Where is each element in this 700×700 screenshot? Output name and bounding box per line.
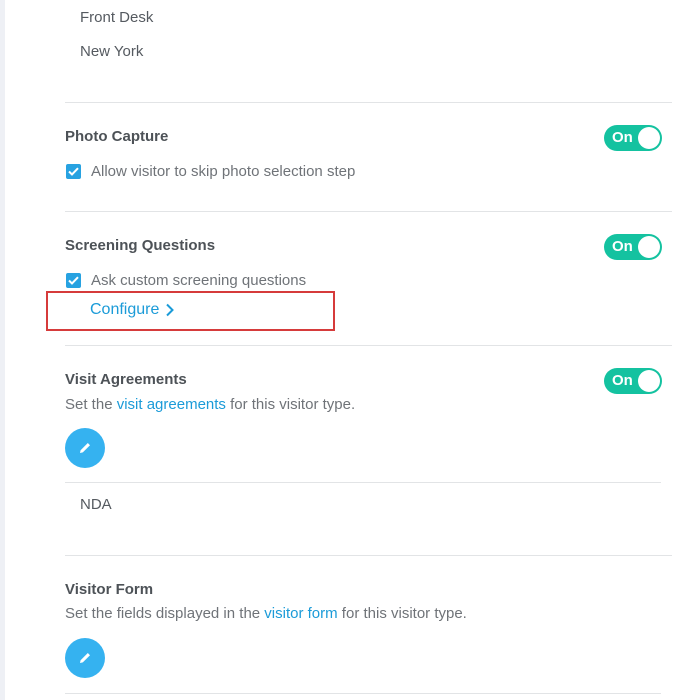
visitor-form-description: Set the fields displayed in the visitor … bbox=[65, 605, 467, 622]
left-rail bbox=[0, 0, 5, 700]
screening-questions-title: Screening Questions bbox=[65, 237, 216, 254]
location-item-front-desk: Front Desk bbox=[80, 9, 154, 26]
desc-prefix: Set the bbox=[65, 396, 117, 413]
toggle-label: On bbox=[612, 129, 633, 146]
photo-capture-toggle[interactable]: On bbox=[604, 125, 662, 151]
visit-agreements-title: Visit Agreements bbox=[65, 371, 187, 388]
toggle-label: On bbox=[612, 238, 633, 255]
visit-agreements-description: Set the visit agreements for this visito… bbox=[65, 396, 355, 413]
visitor-form-title: Visitor Form bbox=[65, 581, 154, 598]
divider bbox=[65, 345, 672, 346]
desc-suffix: for this visitor type. bbox=[337, 605, 467, 622]
edit-visitor-form-button[interactable] bbox=[65, 638, 105, 678]
photo-capture-title: Photo Capture bbox=[65, 128, 169, 145]
pencil-icon bbox=[80, 443, 90, 453]
skip-photo-label: Allow visitor to skip photo selection st… bbox=[91, 163, 356, 180]
divider bbox=[65, 693, 661, 694]
visit-agreements-link[interactable]: visit agreements bbox=[117, 396, 226, 413]
custom-screening-checkbox-row[interactable]: Ask custom screening questions bbox=[66, 272, 306, 289]
divider bbox=[65, 211, 672, 212]
highlight-box bbox=[46, 291, 335, 331]
visitor-form-link[interactable]: visitor form bbox=[264, 605, 337, 622]
screening-questions-toggle[interactable]: On bbox=[604, 234, 662, 260]
divider bbox=[65, 482, 661, 483]
edit-visit-agreements-button[interactable] bbox=[65, 428, 105, 468]
toggle-knob bbox=[638, 236, 660, 258]
desc-prefix: Set the fields displayed in the bbox=[65, 605, 265, 622]
visit-agreements-toggle[interactable]: On bbox=[604, 368, 662, 394]
checkmark-icon[interactable] bbox=[66, 164, 81, 179]
toggle-knob bbox=[638, 370, 660, 392]
custom-screening-label: Ask custom screening questions bbox=[91, 272, 307, 289]
skip-photo-checkbox-row[interactable]: Allow visitor to skip photo selection st… bbox=[66, 163, 355, 180]
agreement-item-nda[interactable]: NDA bbox=[80, 496, 112, 513]
toggle-knob bbox=[638, 127, 660, 149]
divider bbox=[65, 555, 672, 556]
location-item-new-york: New York bbox=[80, 43, 144, 60]
toggle-label: On bbox=[612, 372, 633, 389]
pencil-icon bbox=[80, 653, 90, 663]
checkmark-icon[interactable] bbox=[66, 273, 81, 288]
divider bbox=[65, 102, 672, 103]
desc-suffix: for this visitor type. bbox=[225, 396, 356, 413]
